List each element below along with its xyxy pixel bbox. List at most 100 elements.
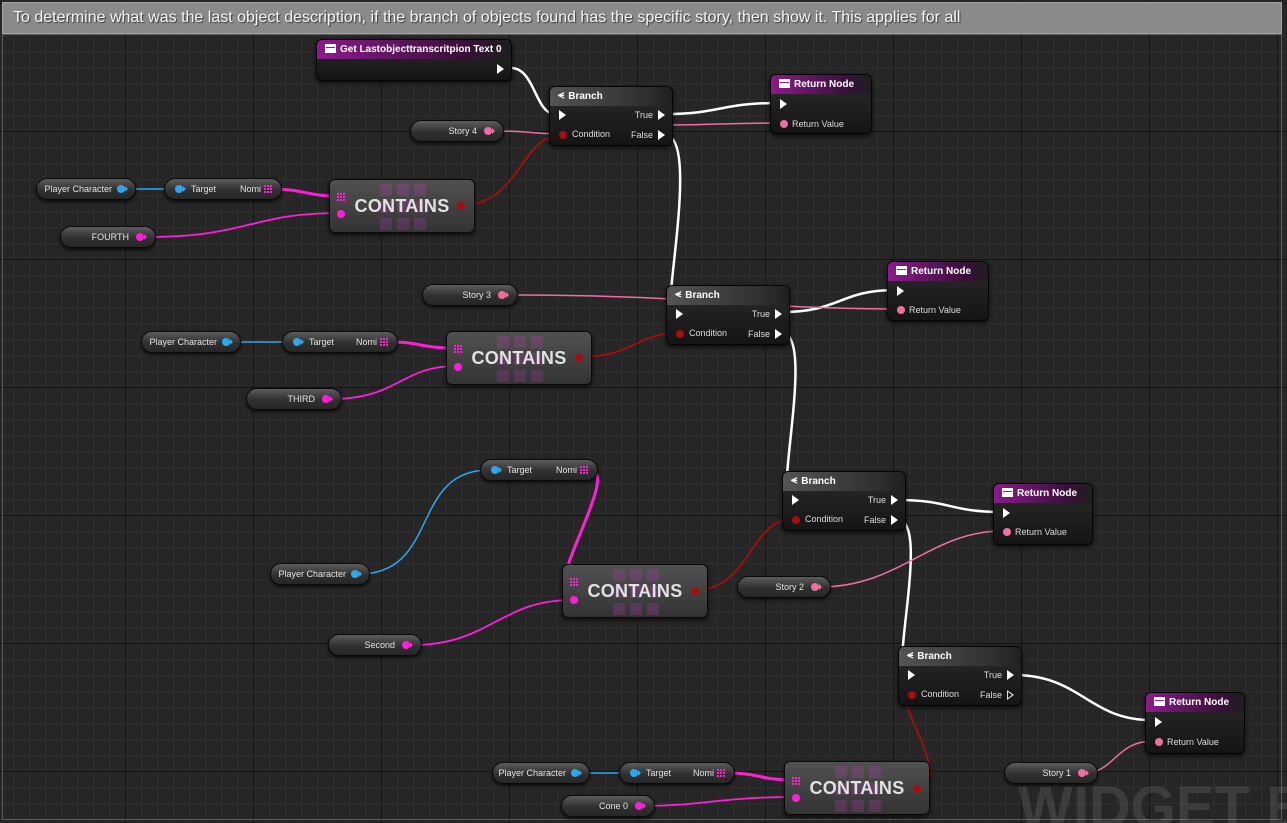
branch-node-header: ⪪ Branch (899, 647, 1021, 666)
return-node-2[interactable]: Return Node Return Value (887, 261, 989, 321)
item-out-pin[interactable] (402, 641, 413, 649)
bool-out-pin[interactable] (913, 785, 921, 793)
player-character-node[interactable]: Player Character (270, 563, 370, 585)
return-value-label: Return Value (1167, 737, 1219, 747)
story-variable-label: Story 4 (448, 126, 477, 136)
return-value-pin[interactable] (1003, 528, 1011, 536)
condition-pin[interactable] (908, 691, 916, 699)
exec-in-pin[interactable] (1003, 508, 1010, 518)
branch-node-1[interactable]: ⪪ Branch True Condition False (549, 86, 673, 146)
branch-node-2[interactable]: ⪪ Branch True Condition False (666, 285, 790, 345)
return-node-4[interactable]: Return Node Return Value (1145, 692, 1245, 754)
contains-node-1[interactable]: CONTAINS (329, 179, 475, 233)
return-value-pin[interactable] (780, 120, 788, 128)
return-value-pin[interactable] (1155, 738, 1163, 746)
contains-node-2[interactable]: CONTAINS (446, 331, 592, 385)
string-out-pin[interactable] (1078, 769, 1089, 777)
branch-node-header: ⪪ Branch (783, 472, 905, 491)
object-out-pin[interactable] (351, 570, 362, 578)
item-out-pin[interactable] (322, 395, 333, 403)
return-node-title: Return Node (794, 79, 854, 90)
exec-true-pin[interactable] (891, 495, 898, 505)
target-nomi-node[interactable]: Target Nomi (480, 459, 598, 481)
target-nomi-node[interactable]: Target Nomi (619, 762, 735, 784)
get-text-node[interactable]: Get Lastobjecttranscritpion Text 0 (316, 39, 512, 81)
branch-false-label: False (747, 329, 770, 339)
target-in-pin[interactable] (491, 466, 502, 474)
story-variable-node[interactable]: Story 4 (410, 120, 504, 142)
branch-node-4[interactable]: ⪪ Branch True Condition False (898, 646, 1022, 706)
return-node-1[interactable]: Return Node Return Value (770, 74, 872, 134)
exec-in-pin[interactable] (897, 286, 904, 296)
branch-node-3[interactable]: ⪪ Branch True Condition False (782, 471, 906, 531)
exec-false-pin[interactable] (658, 130, 665, 140)
story-variable-node[interactable]: Story 3 (422, 284, 518, 306)
string-out-pin[interactable] (498, 291, 509, 299)
story-variable-node[interactable]: Story 1 (1004, 762, 1098, 784)
exec-wire (663, 101, 780, 116)
story-variable-node[interactable]: Story 2 (737, 576, 831, 598)
target-nomi-node[interactable]: Target Nomi (282, 331, 398, 353)
contains-node-label: CONTAINS (354, 196, 450, 216)
contains-node-3[interactable]: CONTAINS (562, 564, 708, 618)
object-out-pin[interactable] (571, 769, 582, 777)
function-icon (779, 78, 790, 88)
item-out-pin[interactable] (635, 802, 646, 810)
target-in-pin[interactable] (630, 769, 641, 777)
exec-in-pin[interactable] (559, 110, 566, 120)
search-item-node[interactable]: THIRD (246, 388, 342, 410)
search-item-node[interactable]: FOURTH (60, 226, 156, 248)
get-text-node-header: Get Lastobjecttranscritpion Text 0 (317, 40, 511, 59)
branch-node-title: Branch (917, 651, 952, 662)
contains-node-4[interactable]: CONTAINS (784, 761, 930, 815)
branch-condition-label: Condition (805, 514, 844, 524)
bool-wire (578, 332, 680, 358)
bool-out-pin[interactable] (575, 354, 583, 362)
target-in-pin[interactable] (175, 185, 186, 193)
condition-pin[interactable] (792, 516, 800, 524)
bool-out-pin[interactable] (691, 587, 699, 595)
player-character-node[interactable]: Player Character (492, 762, 590, 784)
return-value-pin[interactable] (897, 306, 905, 314)
target-nomi-node[interactable]: Target Nomi (164, 178, 282, 200)
return-node-header: Return Node (771, 75, 871, 94)
search-item-node[interactable]: Cone 0 (561, 795, 655, 817)
exec-true-pin[interactable] (658, 110, 665, 120)
branch-node-title: Branch (568, 91, 603, 102)
bool-out-pin[interactable] (457, 202, 465, 210)
exec-false-pin[interactable] (891, 515, 898, 525)
search-item-node[interactable]: Second (328, 634, 422, 656)
return-node-title: Return Node (911, 266, 971, 277)
array-wire (643, 796, 796, 807)
array-out-pin[interactable] (580, 466, 588, 474)
object-out-pin[interactable] (222, 338, 233, 346)
exec-false-pin[interactable] (1007, 690, 1014, 700)
item-out-pin[interactable] (136, 233, 147, 241)
array-out-pin[interactable] (380, 338, 388, 346)
exec-in-pin[interactable] (792, 495, 799, 505)
blueprint-graph-canvas[interactable]: To determine what was the last object de… (0, 0, 1287, 823)
branch-true-label: True (751, 309, 770, 319)
exec-in-pin[interactable] (676, 309, 683, 319)
object-out-pin[interactable] (117, 185, 128, 193)
player-character-node[interactable]: Player Character (141, 331, 241, 353)
exec-true-pin[interactable] (1007, 670, 1014, 680)
string-out-pin[interactable] (811, 583, 822, 591)
search-item-label: THIRD (287, 394, 316, 404)
exec-in-pin[interactable] (908, 670, 915, 680)
exec-true-pin[interactable] (775, 309, 782, 319)
condition-pin[interactable] (559, 131, 567, 139)
exec-in-pin[interactable] (1155, 717, 1162, 727)
branch-icon: ⪪ (675, 287, 682, 300)
condition-pin[interactable] (676, 330, 684, 338)
function-icon (896, 265, 907, 275)
target-in-pin[interactable] (293, 338, 304, 346)
exec-out-pin[interactable] (497, 64, 504, 74)
return-node-3[interactable]: Return Node Return Value (993, 483, 1093, 545)
exec-in-pin[interactable] (780, 99, 787, 109)
array-out-pin[interactable] (264, 185, 272, 193)
array-out-pin[interactable] (717, 769, 725, 777)
player-character-node[interactable]: Player Character (36, 178, 136, 200)
string-out-pin[interactable] (484, 127, 495, 135)
exec-false-pin[interactable] (775, 329, 782, 339)
